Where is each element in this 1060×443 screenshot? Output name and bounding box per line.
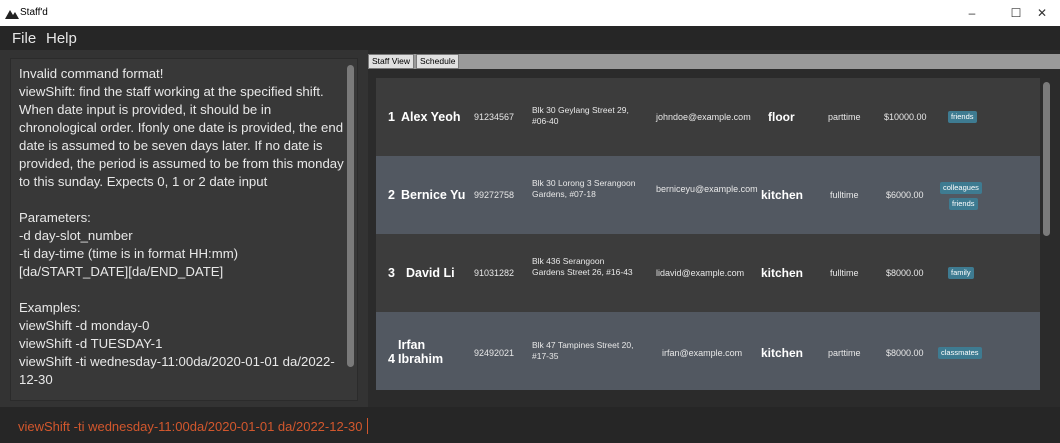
staff-name: Bernice Yu [401,188,466,202]
tab-staff-view[interactable]: Staff View [368,54,414,69]
staff-role: kitchen [761,346,804,360]
staff-tag: friends [949,198,978,210]
mountain-logo-icon [5,10,19,19]
staff-phone: 91031282 [474,268,515,278]
staff-employment-type: fulltime [830,190,859,200]
staff-index: 2 [388,188,395,202]
result-text: Invalid command format! viewShift: find … [19,66,344,387]
command-bar [0,407,1060,443]
staff-index: 1 [388,110,395,124]
staff-address: Blk 47 Tampines Street 20, #17-35 [532,340,634,361]
result-display[interactable]: Invalid command format! viewShift: find … [10,58,358,401]
staff-phone: 99272758 [474,190,515,200]
staff-email: irfan@example.com [662,348,743,358]
staff-employment-type: fulltime [830,268,859,278]
menu-bar: File Help [0,26,1060,50]
staff-card[interactable]: 2 Bernice Yu 99272758 Blk 30 Lorong 3 Se… [376,156,1040,234]
staff-tag: friends [948,111,977,123]
close-icon: ✕ [1036,6,1048,20]
title-bar: Staff'd – ☐ ✕ [0,0,1060,26]
window-title: Staff'd [20,7,48,18]
staff-phone: 92492021 [474,348,515,358]
staff-list: 1 Alex Yeoh 91234567 Blk 30 Geylang Stre… [376,78,1042,403]
staff-role: kitchen [761,266,804,280]
minimize-icon: – [968,6,976,20]
staff-list-scrollbar[interactable] [1043,82,1050,236]
result-scrollbar[interactable] [347,65,354,367]
result-pane: Invalid command format! viewShift: find … [0,50,368,407]
staff-index: 3 [388,266,395,280]
tab-schedule[interactable]: Schedule [416,54,460,69]
staff-tag: family [948,267,974,279]
staff-address: Blk 436 Serangoon Gardens Street 26, #16… [532,256,633,277]
staff-card[interactable]: 1 Alex Yeoh 91234567 Blk 30 Geylang Stre… [376,78,1040,156]
staff-salary: $10000.00 [884,112,927,122]
staff-card[interactable]: 3 David Li 91031282 Blk 436 Serangoon Ga… [376,234,1040,312]
staff-tag: colleagues [940,182,982,194]
staff-pane: Staff View Schedule 1 Alex Yeoh 91234567… [368,50,1060,407]
close-button[interactable]: ✕ [1020,0,1060,26]
staff-salary: $8000.00 [886,268,924,278]
tab-bar: Staff View Schedule [368,54,1060,69]
staff-employment-type: parttime [828,348,861,358]
minimize-button[interactable]: – [950,0,994,26]
staff-salary: $6000.00 [886,190,924,200]
staff-name: Irfan Ibrahim [398,338,444,366]
staff-email: lidavid@example.com [656,268,745,278]
staff-email: johndoe@example.com [656,112,751,122]
staff-role: floor [768,110,795,124]
command-input[interactable] [10,415,1050,437]
staff-name: David Li [406,266,455,280]
staff-role: kitchen [761,188,804,202]
staff-name: Alex Yeoh [401,110,461,124]
staff-card[interactable]: 4 Irfan Ibrahim 92492021 Blk 47 Tampines… [376,312,1040,390]
staff-phone: 91234567 [474,112,515,122]
staff-tag: classmates [938,347,982,359]
staff-email: berniceyu@example.com [656,184,758,194]
text-caret [367,418,368,434]
menu-help[interactable]: Help [46,30,77,47]
staff-employment-type: parttime [828,112,861,122]
staff-address: Blk 30 Geylang Street 29, #06-40 [532,105,629,126]
staff-address: Blk 30 Lorong 3 Serangoon Gardens, #07-1… [532,178,636,199]
menu-file[interactable]: File [12,30,36,47]
staff-salary: $8000.00 [886,348,924,358]
staff-index: 4 [388,352,395,366]
